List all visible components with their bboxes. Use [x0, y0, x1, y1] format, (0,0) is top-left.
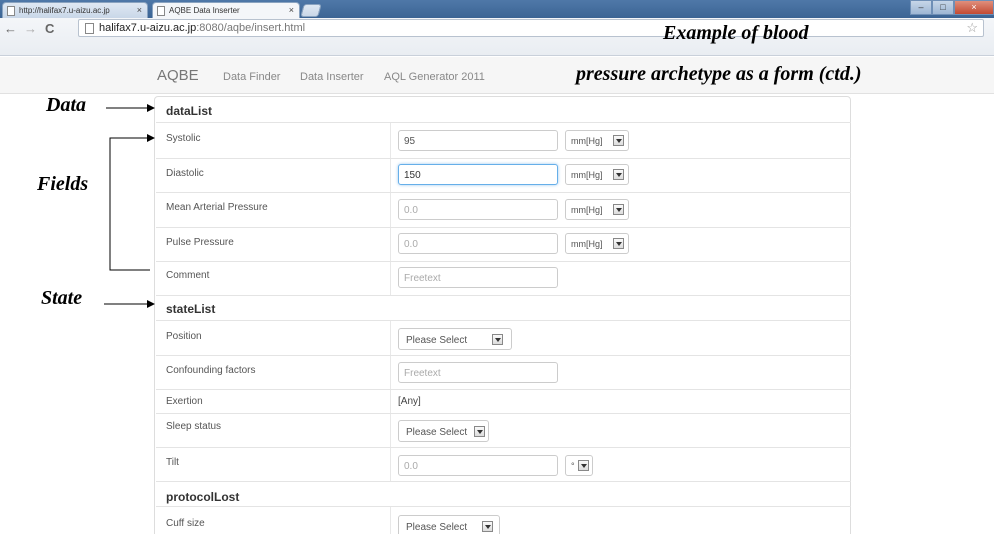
data-arrow-head: [147, 104, 155, 112]
state-arrow-head: [147, 300, 155, 308]
annotation-title-line2: pressure archetype as a form (ctd.): [576, 63, 862, 85]
annotation-data: Data: [46, 94, 86, 116]
annotation-state: State: [41, 287, 83, 309]
fields-arrow-head: [147, 134, 155, 142]
fields-bracket: [109, 137, 150, 271]
annotation-fields: Fields: [37, 173, 89, 195]
annotation-title-line1: Example of blood: [663, 22, 809, 44]
